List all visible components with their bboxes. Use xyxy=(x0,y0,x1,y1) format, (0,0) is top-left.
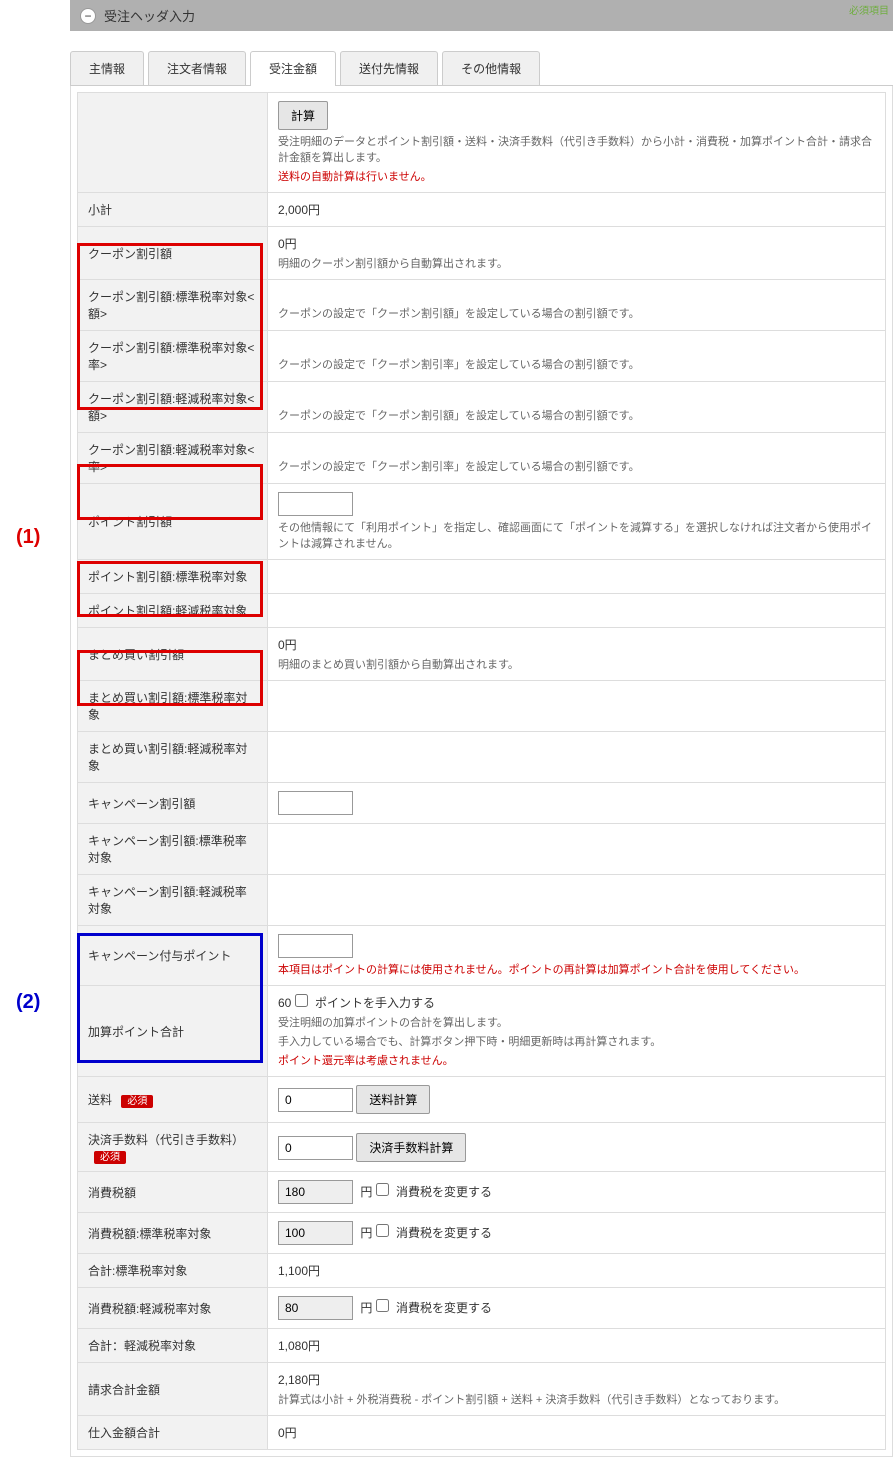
calc-note1: 受注明細のデータとポイント割引額・送料・決済手数料（代引き手数料）から小計・消費… xyxy=(278,133,875,165)
coupon-note: 明細のクーポン割引額から自動算出されます。 xyxy=(278,255,875,271)
total-std-label: 合計:標準税率対象 xyxy=(78,1254,268,1288)
shipping-input[interactable] xyxy=(278,1088,353,1112)
campaign-label: キャンペーン割引額 xyxy=(78,783,268,824)
campaign-point-input[interactable] xyxy=(278,934,353,958)
campaign-point-note: 本項目はポイントの計算には使用されません。ポイントの再計算は加算ポイント合計を使… xyxy=(278,961,875,977)
point-discount-note: その他情報にて「利用ポイント」を指定し、確認画面にて「ポイントを減算する」を選択… xyxy=(278,519,875,551)
calc-note2: 送料の自動計算は行いません。 xyxy=(278,168,875,184)
cost-total-value: 0円 xyxy=(268,1416,886,1450)
tax-red-label: 消費税額:軽減税率対象 xyxy=(78,1288,268,1329)
tax-label: 消費税額 xyxy=(78,1172,268,1213)
tax-std-label: 消費税額:標準税率対象 xyxy=(78,1213,268,1254)
fee-label: 決済手数料（代引き手数料） xyxy=(88,1133,244,1147)
cost-total-label: 仕入金額合計 xyxy=(78,1416,268,1450)
calc-label xyxy=(78,93,268,193)
grand-total-note: 計算式は小計 + 外税消費税 - ポイント割引額 + 送料 + 決済手数料（代引… xyxy=(278,1391,875,1407)
tax-change-checkbox[interactable] xyxy=(376,1183,389,1196)
add-point-value: 60 xyxy=(278,996,291,1010)
tax-std-change-checkbox[interactable] xyxy=(376,1224,389,1237)
add-point-note1: 受注明細の加算ポイントの合計を算出します。 xyxy=(278,1014,875,1030)
calc-button[interactable]: 計算 xyxy=(278,101,328,130)
tab-delivery[interactable]: 送付先情報 xyxy=(340,51,438,85)
total-red-label: 合計：軽減税率対象 xyxy=(78,1329,268,1363)
coupon-std-amt-note: クーポンの設定で「クーポン割引額」を設定している場合の割引額です。 xyxy=(278,305,875,321)
grand-total-value: 2,180円 xyxy=(278,1371,875,1388)
coupon-label: クーポン割引額 xyxy=(78,227,268,280)
tab-amount[interactable]: 受注金額 xyxy=(250,51,336,85)
add-point-label: 加算ポイント合計 xyxy=(78,986,268,1077)
add-point-note3: ポイント還元率は考慮されません。 xyxy=(278,1052,875,1068)
add-point-note2: 手入力している場合でも、計算ボタン押下時・明細更新時は再計算されます。 xyxy=(278,1033,875,1049)
bulk-note: 明細のまとめ買い割引額から自動算出されます。 xyxy=(278,656,875,672)
coupon-std-amt-label: クーポン割引額:標準税率対象<額> xyxy=(78,280,268,331)
add-point-checkbox[interactable] xyxy=(295,994,308,1007)
annotation-2: (2) xyxy=(16,991,40,1014)
point-std-label: ポイント割引額:標準税率対象 xyxy=(78,560,268,594)
annotation-1: (1) xyxy=(16,526,40,549)
fee-calc-button[interactable]: 決済手数料計算 xyxy=(356,1133,466,1162)
coupon-red-rate-label: クーポン割引額:軽減税率対象<率> xyxy=(78,433,268,484)
tax-check-label: 消費税を変更する xyxy=(396,1185,492,1199)
shipping-calc-button[interactable]: 送料計算 xyxy=(356,1085,430,1114)
tab-other[interactable]: その他情報 xyxy=(442,51,540,85)
campaign-point-label: キャンペーン付与ポイント xyxy=(78,926,268,986)
tax-std-input[interactable] xyxy=(278,1221,353,1245)
coupon-red-rate-note: クーポンの設定で「クーポン割引率」を設定している場合の割引額です。 xyxy=(278,458,875,474)
subtotal-label: 小計 xyxy=(78,193,268,227)
section-title: 受注ヘッダ入力 xyxy=(104,6,195,25)
coupon-red-amt-label: クーポン割引額:軽減税率対象<額> xyxy=(78,382,268,433)
tab-main[interactable]: 主情報 xyxy=(70,51,144,85)
coupon-std-rate-label: クーポン割引額:標準税率対象<率> xyxy=(78,331,268,382)
fee-input[interactable] xyxy=(278,1136,353,1160)
tax-std-check-label: 消費税を変更する xyxy=(396,1226,492,1240)
campaign-input[interactable] xyxy=(278,791,353,815)
tax-red-change-checkbox[interactable] xyxy=(376,1299,389,1312)
tax-input[interactable] xyxy=(278,1180,353,1204)
bulk-std-label: まとめ買い割引額:標準税率対象 xyxy=(78,681,268,732)
bulk-value: 0円 xyxy=(278,636,875,653)
bulk-red-label: まとめ買い割引額:軽減税率対象 xyxy=(78,732,268,783)
required-badge: 必須 xyxy=(94,1151,126,1164)
top-right-text: 必須項目 xyxy=(849,2,889,17)
tax-red-input[interactable] xyxy=(278,1296,353,1320)
campaign-std-label: キャンペーン割引額:標準税率対象 xyxy=(78,824,268,875)
coupon-std-rate-note: クーポンの設定で「クーポン割引率」を設定している場合の割引額です。 xyxy=(278,356,875,372)
coupon-red-amt-note: クーポンの設定で「クーポン割引額」を設定している場合の割引額です。 xyxy=(278,407,875,423)
shipping-label: 送料 xyxy=(88,1093,112,1107)
tax-unit: 円 xyxy=(360,1185,372,1199)
grand-total-label: 請求合計金額 xyxy=(78,1363,268,1416)
section-header: − 受注ヘッダ入力 xyxy=(70,0,893,31)
point-discount-label: ポイント割引額 xyxy=(78,484,268,560)
required-badge: 必須 xyxy=(121,1095,153,1108)
tab-orderer[interactable]: 注文者情報 xyxy=(148,51,246,85)
tax-std-unit: 円 xyxy=(360,1226,372,1240)
collapse-icon[interactable]: − xyxy=(80,8,96,24)
subtotal-value: 2,000円 xyxy=(268,193,886,227)
coupon-value: 0円 xyxy=(278,235,875,252)
tax-red-check-label: 消費税を変更する xyxy=(396,1301,492,1315)
tax-red-unit: 円 xyxy=(360,1301,372,1315)
point-red-label: ポイント割引額:軽減税率対象 xyxy=(78,594,268,628)
total-std-value: 1,100円 xyxy=(268,1254,886,1288)
add-point-check-label: ポイントを手入力する xyxy=(315,996,435,1010)
point-discount-input[interactable] xyxy=(278,492,353,516)
campaign-red-label: キャンペーン割引額:軽減税率対象 xyxy=(78,875,268,926)
total-red-value: 1,080円 xyxy=(268,1329,886,1363)
tabs: 主情報 注文者情報 受注金額 送付先情報 その他情報 xyxy=(70,51,893,86)
bulk-label: まとめ買い割引額 xyxy=(78,628,268,681)
